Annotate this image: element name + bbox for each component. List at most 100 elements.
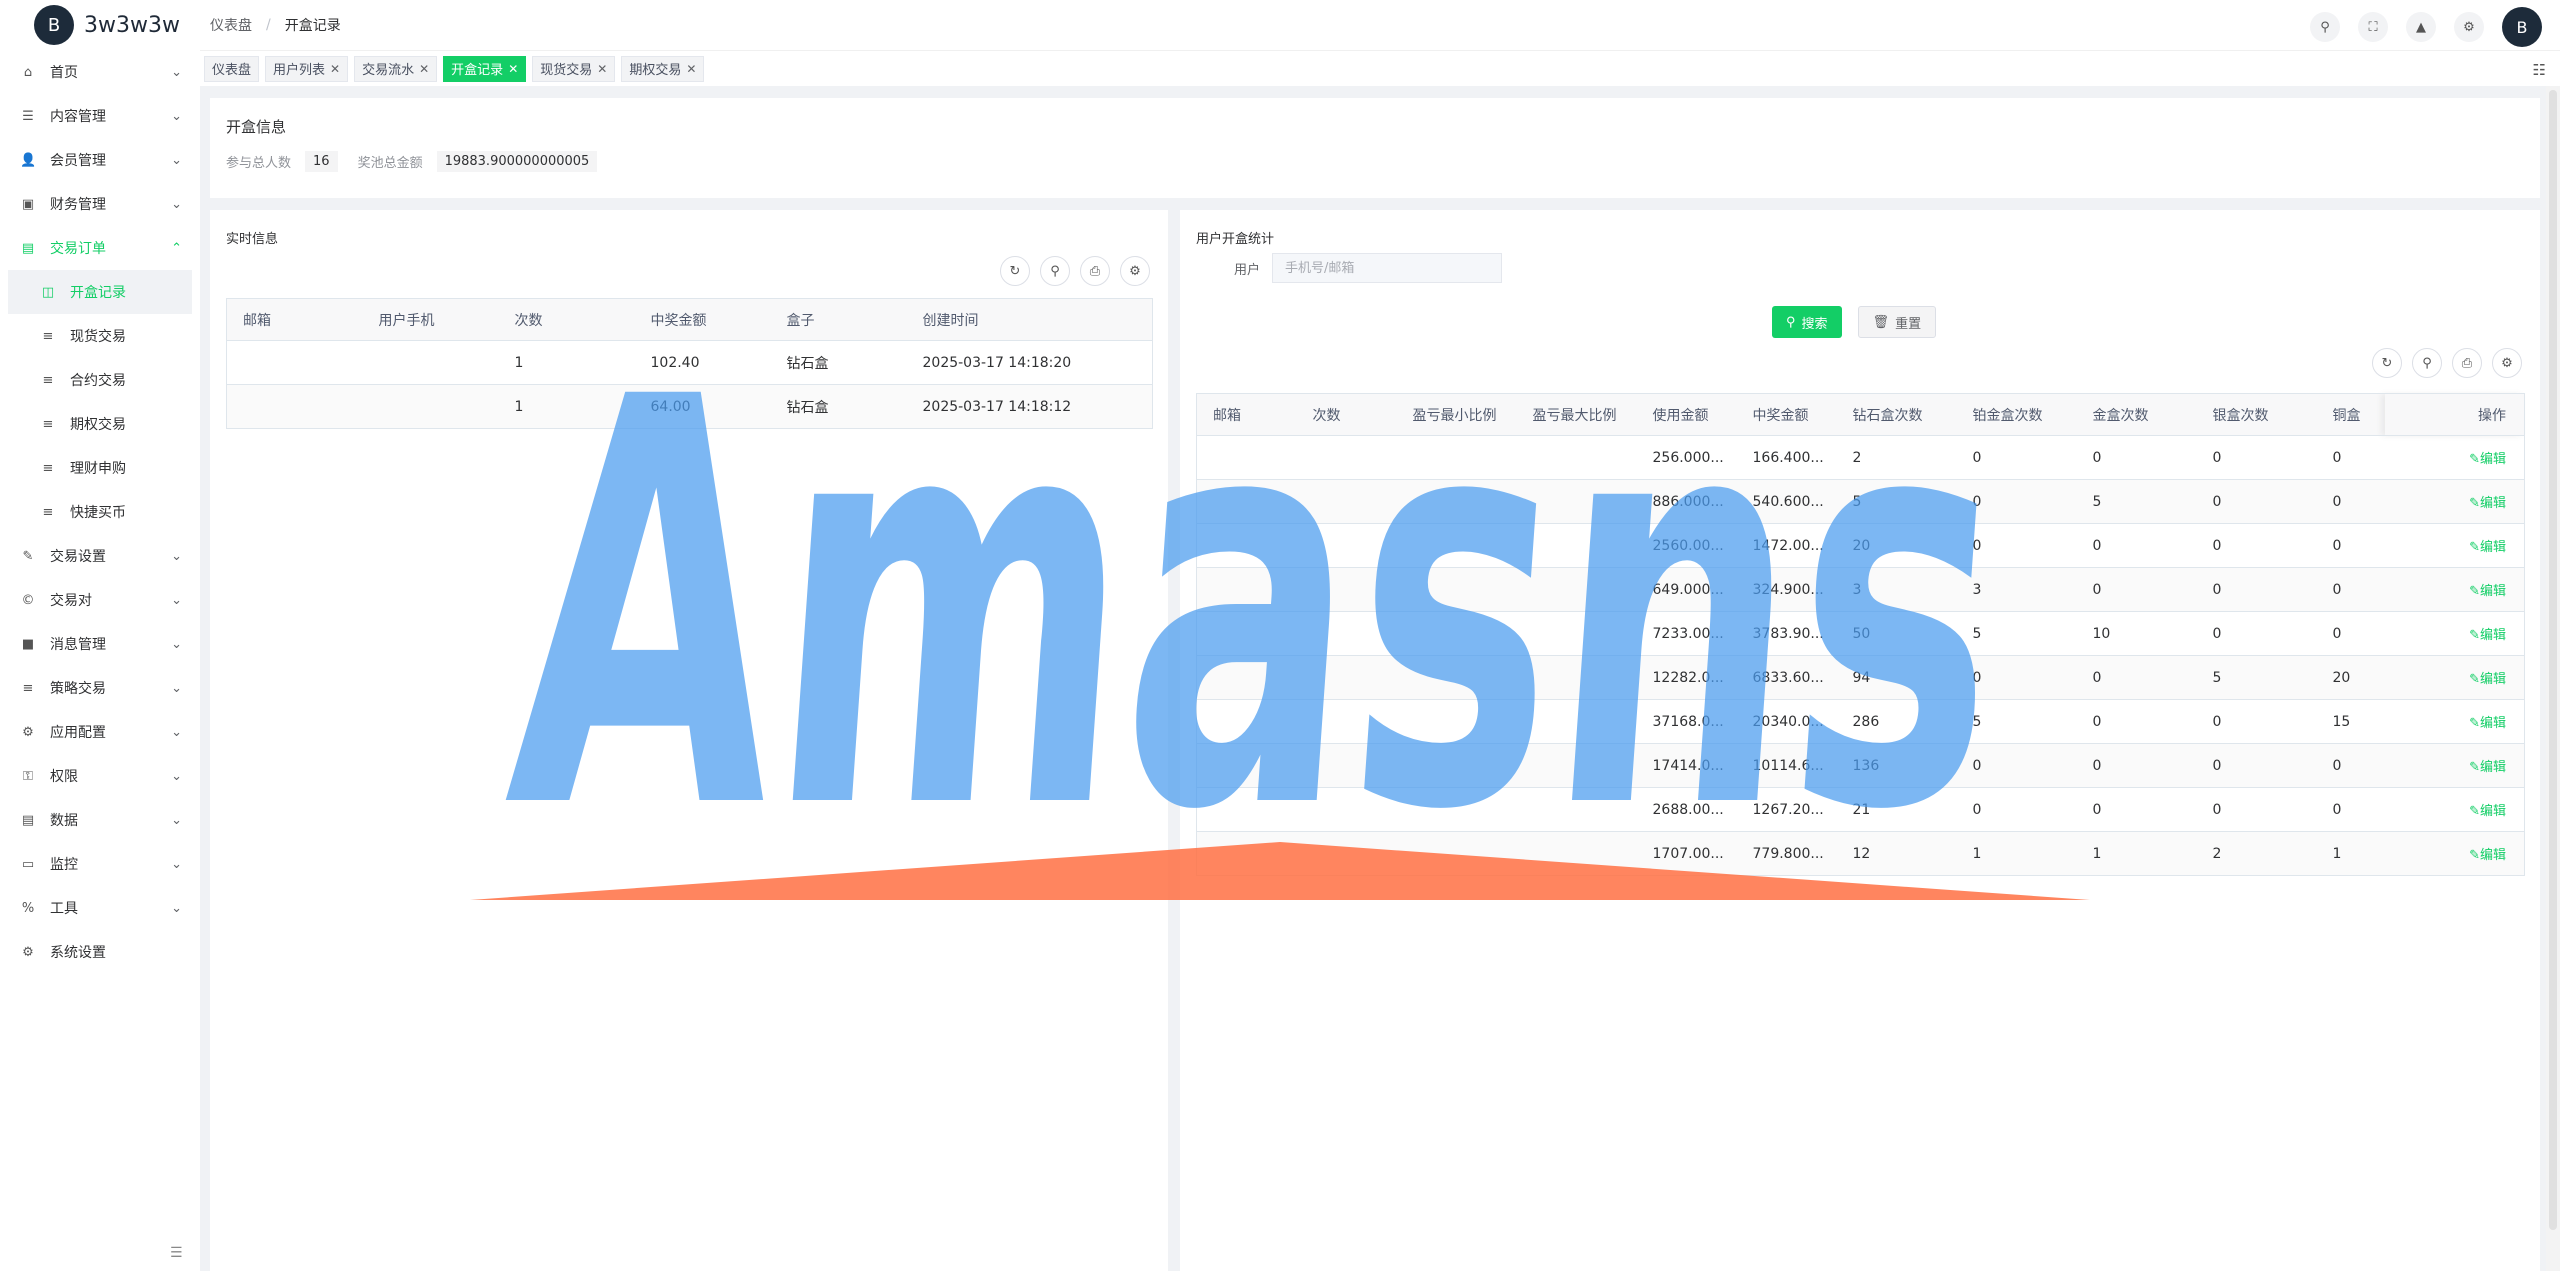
col-silver-count[interactable]: 银盒次数 xyxy=(2196,393,2317,436)
sidebar-subitem-options[interactable]: ≡ 期权交易 xyxy=(0,402,200,446)
col-email[interactable]: 邮箱 xyxy=(1196,393,1297,436)
close-icon[interactable]: ✕ xyxy=(419,62,429,76)
close-icon[interactable]: ✕ xyxy=(330,62,340,76)
table-row[interactable]: 1 64.00 钻石盒 2025-03-17 14:18:12 xyxy=(226,384,1153,429)
tag-spot-trading[interactable]: 现货交易 ✕ xyxy=(532,55,616,82)
collapse-sidebar-icon[interactable]: ☰ xyxy=(170,1245,183,1261)
sidebar-item-label: 交易设置 xyxy=(50,549,106,565)
tag-box-records[interactable]: 开盒记录 ✕ xyxy=(443,55,527,82)
cell-gold-count: 0 xyxy=(2076,567,2197,612)
col-used-amount[interactable]: 使用金额 xyxy=(1636,393,1737,436)
sidebar-item-strategy[interactable]: ≡ 策略交易 ⌄ xyxy=(0,666,200,710)
edit-button[interactable]: ✎编辑 xyxy=(2469,804,2506,819)
sidebar-subitem-contract[interactable]: ≡ 合约交易 xyxy=(0,358,200,402)
fullscreen-icon[interactable]: ⛶ xyxy=(2358,12,2388,42)
tag-options-trading[interactable]: 期权交易 ✕ xyxy=(621,55,705,82)
page-scrollbar[interactable] xyxy=(2546,86,2560,1271)
close-icon[interactable]: ✕ xyxy=(508,62,518,76)
col-prize-amount[interactable]: 中奖金额 xyxy=(1736,393,1837,436)
col-copper-count[interactable]: 铜盒 xyxy=(2316,393,2385,436)
cell-silver-count: 0 xyxy=(2196,611,2317,656)
table-row[interactable]: 886.000... 540.600... 5 0 5 0 0 ✎编辑 xyxy=(1196,479,2525,524)
edit-button[interactable]: ✎编辑 xyxy=(2469,760,2506,775)
sidebar-item-home[interactable]: ⌂ 首页 ⌄ xyxy=(0,50,200,94)
table-row[interactable]: 649.000... 324.900... 3 3 0 0 0 ✎编辑 xyxy=(1196,567,2525,612)
sidebar-item-tools[interactable]: % 工具 ⌄ xyxy=(0,886,200,930)
sidebar-item-members[interactable]: 👤 会员管理 ⌄ xyxy=(0,138,200,182)
search-button[interactable]: ⚲ 搜索 xyxy=(1772,306,1842,338)
col-phone[interactable]: 用户手机 xyxy=(362,298,499,341)
table-row[interactable]: 37168.0... 20340.0... 286 5 0 0 15 ✎编辑 xyxy=(1196,699,2525,744)
logo[interactable]: B 3w3w3w xyxy=(0,0,200,50)
col-min-ratio[interactable]: 盈亏最小比例 xyxy=(1396,393,1517,436)
edit-button[interactable]: ✎编辑 xyxy=(2469,628,2506,643)
table-row[interactable]: 7233.00... 3783.90... 50 5 10 0 0 ✎编辑 xyxy=(1196,611,2525,656)
grid-icon[interactable]: ☷ xyxy=(2533,61,2546,79)
edit-button[interactable]: ✎编辑 xyxy=(2469,540,2506,555)
user-search-input[interactable] xyxy=(1272,253,1503,283)
col-box[interactable]: 盒子 xyxy=(770,298,907,341)
col-max-ratio[interactable]: 盈亏最大比例 xyxy=(1516,393,1637,436)
edit-button[interactable]: ✎编辑 xyxy=(2469,452,2506,467)
edit-button[interactable]: ✎编辑 xyxy=(2469,716,2506,731)
sidebar-item-trade-orders[interactable]: ▤ 交易订单 ⌃ xyxy=(0,226,200,270)
edit-button[interactable]: ✎编辑 xyxy=(2469,672,2506,687)
avatar[interactable]: B xyxy=(2502,7,2542,47)
cell-actions: ✎编辑 xyxy=(2384,743,2525,788)
sidebar-item-system-settings[interactable]: ⚙ 系统设置 xyxy=(0,930,200,974)
sidebar-subitem-box-records[interactable]: ◫ 开盒记录 xyxy=(8,270,192,314)
table-row[interactable]: 2560.00... 1472.00... 20 0 0 0 0 ✎编辑 xyxy=(1196,523,2525,568)
sidebar-subitem-quick-buy[interactable]: ≡ 快捷买币 xyxy=(0,490,200,534)
sidebar-item-trade-settings[interactable]: ✎ 交易设置 ⌄ xyxy=(0,534,200,578)
col-email[interactable]: 邮箱 xyxy=(226,298,363,341)
col-diamond-count[interactable]: 钻石盒次数 xyxy=(1836,393,1957,436)
table-row[interactable]: 2688.00... 1267.20... 21 0 0 0 0 ✎编辑 xyxy=(1196,787,2525,832)
tag-user-list[interactable]: 用户列表 ✕ xyxy=(265,55,349,82)
settings-icon[interactable]: ⚙ xyxy=(2454,12,2484,42)
close-icon[interactable]: ✕ xyxy=(597,62,607,76)
search-icon[interactable]: ⚲ xyxy=(2310,12,2340,42)
col-count[interactable]: 次数 xyxy=(498,298,635,341)
edit-button[interactable]: ✎编辑 xyxy=(2469,496,2506,511)
sidebar-subitem-spot[interactable]: ≡ 现货交易 xyxy=(0,314,200,358)
refresh-icon[interactable]: ↻ xyxy=(1000,256,1030,286)
print-icon[interactable]: ⎙ xyxy=(1080,256,1110,286)
table-row[interactable]: 256.000... 166.400... 2 0 0 0 0 ✎编辑 xyxy=(1196,435,2525,480)
sidebar-item-finance[interactable]: ▣ 财务管理 ⌄ xyxy=(0,182,200,226)
table-row[interactable]: 1707.00... 779.800... 12 1 1 2 1 ✎编辑 xyxy=(1196,831,2525,876)
bell-icon[interactable]: ▲ xyxy=(2406,12,2436,42)
close-icon[interactable]: ✕ xyxy=(686,62,696,76)
col-prize[interactable]: 中奖金额 xyxy=(634,298,771,341)
search-icon[interactable]: ⚲ xyxy=(2412,348,2442,378)
table-row[interactable]: 17414.0... 10114.6... 136 0 0 0 0 ✎编辑 xyxy=(1196,743,2525,788)
print-icon[interactable]: ⎙ xyxy=(2452,348,2482,378)
col-created[interactable]: 创建时间 xyxy=(906,298,1153,341)
reset-button[interactable]: 🗑 重置 xyxy=(1857,306,1937,338)
sidebar-item-app-config[interactable]: ⚙ 应用配置 ⌄ xyxy=(0,710,200,754)
breadcrumb-dashboard[interactable]: 仪表盘 xyxy=(210,15,252,35)
sidebar-item-messages[interactable]: ■ 消息管理 ⌄ xyxy=(0,622,200,666)
tag-transaction-flow[interactable]: 交易流水 ✕ xyxy=(354,55,438,82)
tag-dashboard[interactable]: 仪表盘 xyxy=(204,55,260,82)
sidebar-item-permissions[interactable]: ⚿ 权限 ⌄ xyxy=(0,754,200,798)
cell-box: 钻石盒 xyxy=(770,340,907,385)
search-icon[interactable]: ⚲ xyxy=(1040,256,1070,286)
sidebar-item-trade-pairs[interactable]: © 交易对 ⌄ xyxy=(0,578,200,622)
settings-icon[interactable]: ⚙ xyxy=(2492,348,2522,378)
scrollbar-thumb[interactable] xyxy=(2549,90,2557,1230)
table-row[interactable]: 12282.0... 6833.60... 94 0 0 5 20 ✎编辑 xyxy=(1196,655,2525,700)
col-count[interactable]: 次数 xyxy=(1296,393,1397,436)
refresh-icon[interactable]: ↻ xyxy=(2372,348,2402,378)
sidebar-item-data[interactable]: ▤ 数据 ⌄ xyxy=(0,798,200,842)
edit-button[interactable]: ✎编辑 xyxy=(2469,848,2506,863)
settings-icon[interactable]: ⚙ xyxy=(1120,256,1150,286)
col-platinum-count[interactable]: 铂金盒次数 xyxy=(1956,393,2077,436)
sidebar-item-content[interactable]: ☰ 内容管理 ⌄ xyxy=(0,94,200,138)
sidebar-item-monitor[interactable]: ▭ 监控 ⌄ xyxy=(0,842,200,886)
col-gold-count[interactable]: 金盒次数 xyxy=(2076,393,2197,436)
realtime-table-tools: ↻ ⚲ ⎙ ⚙ xyxy=(1000,256,1150,286)
edit-button[interactable]: ✎编辑 xyxy=(2469,584,2506,599)
table-row[interactable]: 1 102.40 钻石盒 2025-03-17 14:18:20 xyxy=(226,340,1153,385)
cell-copper-count: 0 xyxy=(2316,479,2385,524)
sidebar-subitem-wealth[interactable]: ≡ 理财申购 xyxy=(0,446,200,490)
